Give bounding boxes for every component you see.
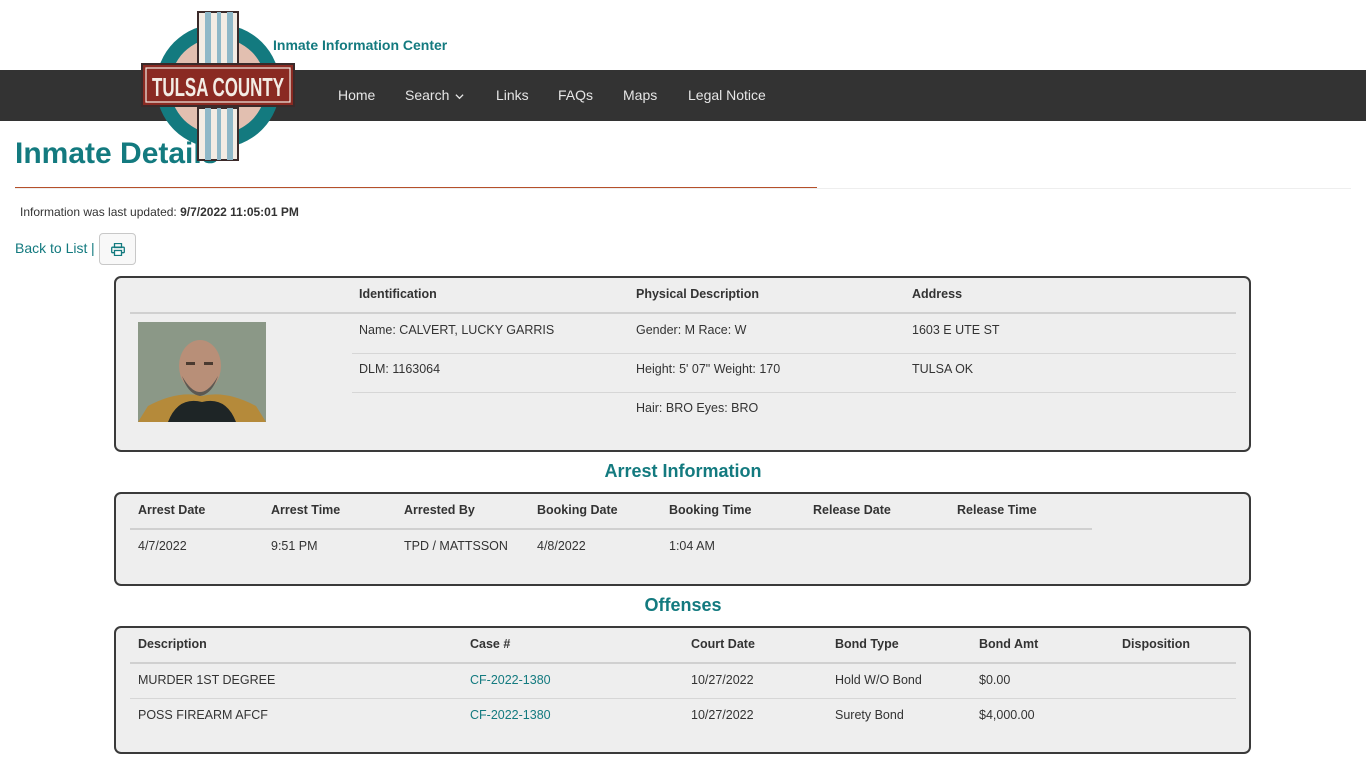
last-updated-label: Information was last updated:	[20, 205, 177, 219]
back-to-list-link[interactable]: Back to List	[15, 240, 87, 256]
col-disposition: Disposition	[1122, 637, 1191, 651]
title-divider	[15, 188, 1351, 189]
arrest-information-title: Arrest Information	[604, 461, 762, 481]
offenses-title: Offenses	[644, 595, 722, 615]
nav-legal-notice[interactable]: Legal Notice	[688, 87, 766, 103]
nav-home[interactable]: Home	[338, 87, 375, 103]
col-release-date: Release Date	[813, 503, 891, 517]
case-number-link[interactable]: CF-2022-1380	[470, 673, 551, 687]
arrested-by: TPD / MATTSSON	[404, 539, 508, 553]
inmate-name: Name: CALVERT, LUCKY GARRIS	[359, 323, 555, 337]
col-case-number: Case #	[470, 637, 511, 651]
col-description: Description	[138, 637, 207, 651]
court-date: 10/27/2022	[691, 673, 754, 687]
logo-text: TULSA COUNTY	[152, 72, 284, 102]
col-release-time: Release Time	[957, 503, 1037, 517]
last-updated: Information was last updated: 9/7/2022 1…	[20, 205, 299, 219]
nav-faqs[interactable]: FAQs	[558, 87, 593, 103]
inmate-photo	[138, 322, 266, 422]
identity-panel: Identification Physical Description Addr…	[114, 276, 1251, 452]
booking-date: 4/8/2022	[537, 539, 586, 553]
header-address: Address	[912, 287, 963, 301]
header-identification: Identification	[359, 287, 437, 301]
nav-maps[interactable]: Maps	[623, 87, 657, 103]
address-line2: TULSA OK	[912, 362, 974, 376]
col-booking-time: Booking Time	[669, 503, 752, 517]
inmate-dlm: DLM: 1163064	[359, 362, 441, 376]
col-bond-type: Bond Type	[835, 637, 899, 651]
nav-links[interactable]: Links	[496, 87, 529, 103]
col-arrested-by: Arrested By	[404, 503, 475, 517]
arrest-date: 4/7/2022	[138, 539, 187, 553]
court-date: 10/27/2022	[691, 708, 754, 722]
bond-amount: $4,000.00	[979, 708, 1035, 722]
title-accent-divider	[15, 187, 817, 188]
gender-race: Gender: M Race: W	[636, 323, 747, 337]
print-icon	[111, 243, 125, 256]
identity-row-divider	[352, 392, 1236, 393]
arrest-header-divider	[130, 528, 1092, 530]
booking-time: 1:04 AM	[669, 539, 715, 553]
nav-search-label: Search	[405, 87, 450, 103]
height-weight: Height: 5' 07" Weight: 170	[636, 362, 781, 376]
chevron-down-icon	[455, 94, 464, 100]
col-arrest-date: Arrest Date	[138, 503, 206, 517]
col-arrest-time: Arrest Time	[271, 503, 341, 517]
offenses-panel: Description Case # Court Date Bond Type …	[114, 626, 1251, 754]
address-line1: 1603 E UTE ST	[912, 323, 1000, 337]
col-booking-date: Booking Date	[537, 503, 618, 517]
arrest-panel: Arrest Date Arrest Time Arrested By Book…	[114, 492, 1251, 586]
last-updated-value: 9/7/2022 11:05:01 PM	[180, 205, 299, 219]
col-court-date: Court Date	[691, 637, 755, 651]
print-button[interactable]	[99, 233, 136, 265]
identity-header-divider	[130, 312, 1236, 314]
arrest-time: 9:51 PM	[271, 539, 318, 553]
bond-type: Surety Bond	[835, 708, 904, 722]
bond-type: Hold W/O Bond	[835, 673, 922, 687]
link-separator: |	[91, 240, 95, 256]
col-bond-amt: Bond Amt	[979, 637, 1039, 651]
nav-search[interactable]: Search	[405, 87, 464, 103]
offenses-row-divider	[130, 698, 1236, 699]
identity-row-divider	[352, 353, 1236, 354]
bond-amount: $0.00	[979, 673, 1011, 687]
offense-description: MURDER 1ST DEGREE	[138, 673, 276, 687]
hair-eyes: Hair: BRO Eyes: BRO	[636, 401, 759, 415]
case-number-link[interactable]: CF-2022-1380	[470, 708, 551, 722]
tulsa-county-logo[interactable]: TULSA COUNTY	[140, 8, 296, 164]
offense-description: POSS FIREARM AFCF	[138, 708, 268, 722]
offenses-header-divider	[130, 662, 1236, 664]
header-physical-description: Physical Description	[636, 287, 759, 301]
site-title[interactable]: Inmate Information Center	[273, 37, 447, 53]
